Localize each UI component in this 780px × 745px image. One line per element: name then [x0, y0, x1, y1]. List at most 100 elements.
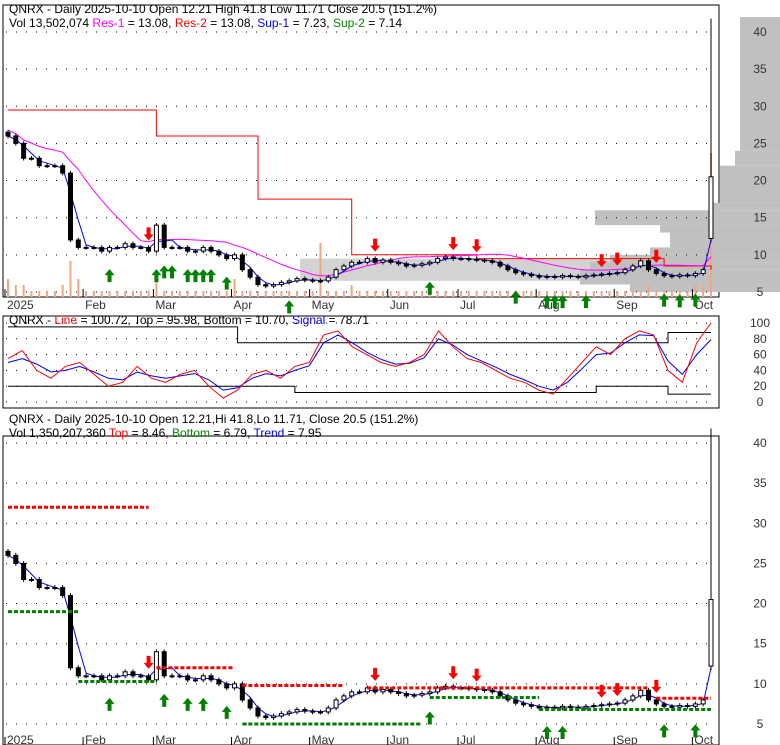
price-candle-body — [708, 176, 714, 239]
price-candle-body — [521, 272, 527, 275]
buy-arrow-icon — [206, 269, 217, 283]
buy-arrow-icon — [182, 697, 193, 711]
volume-bar — [100, 291, 103, 297]
volume-bar — [202, 291, 205, 297]
trend-candle-body — [692, 703, 698, 707]
volume-bar — [296, 291, 299, 297]
trend-candle-body — [302, 709, 308, 712]
sell-arrow-icon — [448, 666, 459, 680]
osc-tick-label: 60 — [753, 348, 767, 362]
trend-candle-body — [83, 675, 89, 678]
volume-profile-bar — [595, 210, 780, 226]
trend-candle-body — [380, 688, 386, 693]
mid-prefix: QNRX - — [9, 313, 55, 327]
volume-bar — [53, 291, 56, 297]
price-candle-body — [208, 246, 214, 252]
price-candle-body — [646, 260, 652, 271]
trend-candle-body — [349, 691, 355, 697]
x-tick-label: Sep — [616, 733, 638, 745]
x-tick-label: Sep — [616, 298, 638, 312]
bottom-volume: Vol 1,350,207,360 — [9, 426, 109, 440]
price-candle-body — [83, 246, 89, 249]
volume-bar — [272, 291, 275, 297]
res1-label: Res-1 — [92, 16, 125, 30]
trend-tick-label: 35 — [753, 476, 767, 490]
trend-candle-body — [489, 689, 495, 693]
buy-arrow-icon — [424, 281, 435, 295]
price-candle-body — [232, 254, 238, 260]
volume-bar — [592, 291, 595, 297]
trend-panel-frame — [2, 435, 720, 745]
price-candle-body — [216, 250, 222, 256]
trend-candle-body — [560, 705, 566, 709]
sell-arrow-icon — [612, 683, 623, 697]
trend-candle-body — [232, 683, 238, 689]
trend-label: Trend — [253, 426, 285, 440]
trend-candle-body — [5, 550, 11, 556]
volume-bar — [647, 285, 650, 297]
buy-arrow-icon — [159, 693, 170, 707]
price-tick-label: 15 — [753, 211, 767, 225]
volume-bar — [280, 291, 283, 297]
volume-bar — [381, 291, 384, 297]
volume-profile-bar — [710, 202, 780, 211]
trend-tick-label: 15 — [753, 637, 767, 651]
price-candle-body — [67, 172, 73, 241]
trend-candle-body — [521, 702, 527, 706]
price-candle-body — [700, 269, 706, 274]
volume-bar — [22, 285, 25, 297]
trend-candle-body — [708, 599, 714, 667]
price-candle-body — [403, 263, 409, 267]
price-candle-body — [146, 246, 152, 252]
volume-bar — [499, 291, 502, 297]
price-candle-body — [200, 246, 206, 252]
price-candle-body — [614, 272, 620, 275]
trend-candle-body — [427, 691, 433, 694]
price-candle-body — [114, 246, 120, 249]
price-tick-label: 30 — [753, 99, 767, 113]
volume-bar — [46, 291, 49, 297]
trend-candle-body — [192, 679, 198, 682]
sup1-label: Sup-1 — [257, 16, 290, 30]
x-tick-label: Apr — [234, 298, 253, 312]
trend-candle-body — [599, 704, 605, 707]
price-tick-label: 25 — [753, 136, 767, 150]
trend-candle-body — [122, 671, 128, 677]
trend-candle-body — [114, 675, 120, 678]
price-candle-body — [450, 256, 456, 260]
price-candle-body — [630, 265, 636, 271]
trend-candle-body — [419, 692, 425, 696]
price-candle-body — [552, 275, 558, 278]
bottom-value: = 6.79, — [209, 426, 254, 440]
volume-bar — [350, 285, 353, 297]
sell-arrow-icon — [651, 679, 662, 693]
price-candle-body — [396, 261, 402, 265]
price-candle-body — [497, 261, 503, 267]
volume-bar — [210, 291, 213, 297]
trend-candle-body — [567, 705, 573, 708]
trend-candle-body — [544, 706, 550, 709]
buy-arrow-icon — [182, 269, 193, 283]
volume-bar — [256, 291, 259, 297]
price-candle-body — [317, 280, 323, 283]
sell-arrow-icon — [448, 237, 459, 251]
mid-values: = 100.72, Top = 95.98, Bottom = 10.70, — [77, 313, 292, 327]
price-candle-body — [489, 260, 495, 263]
trend-tick-label: 5 — [757, 717, 764, 731]
trend-tick-label: 20 — [753, 597, 767, 611]
trend-candle-body — [661, 703, 667, 707]
price-candle-body — [278, 281, 284, 286]
trend-candle-body — [216, 679, 222, 685]
buy-arrow-icon — [167, 265, 178, 279]
trend-candle-body — [271, 715, 277, 719]
trend-candle-body — [403, 692, 409, 697]
price-candle-body — [661, 272, 667, 277]
volume-bar — [288, 291, 291, 297]
volume-bar — [631, 291, 634, 297]
bottom-header-line2: Vol 1,350,207,360 Top = 8.46, Bottom = 6… — [9, 426, 321, 440]
volume-bar — [538, 291, 541, 297]
price-candle-body — [349, 261, 355, 267]
buy-arrow-icon — [674, 294, 685, 308]
volume-profile-bar — [670, 232, 780, 248]
res2-label: Res-2 — [174, 16, 207, 30]
